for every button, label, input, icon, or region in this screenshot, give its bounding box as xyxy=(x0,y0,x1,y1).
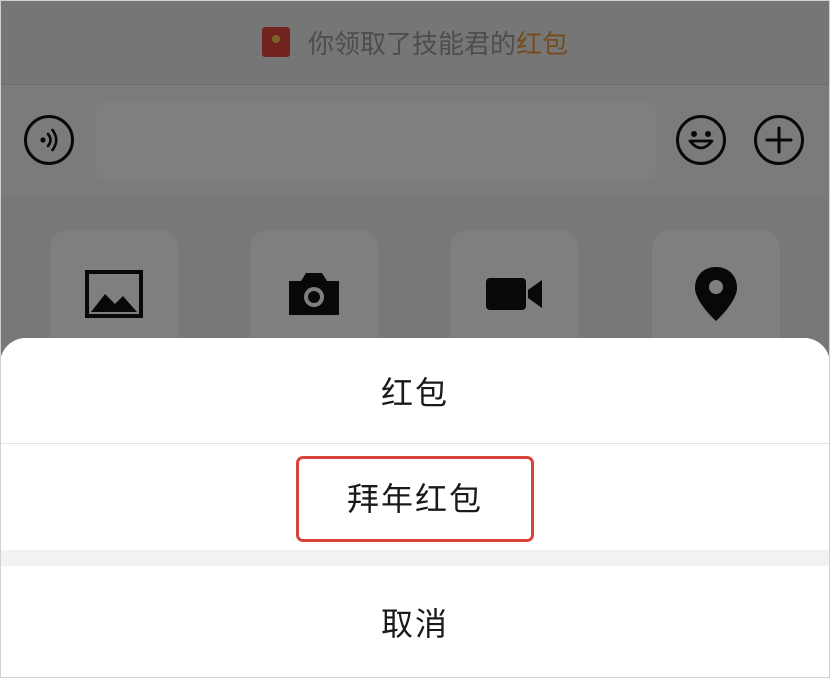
cancel-button[interactable]: 取消 xyxy=(0,566,830,678)
new-year-red-packet-option[interactable]: 拜年红包 xyxy=(0,444,830,550)
red-packet-option[interactable]: 红包 xyxy=(0,338,830,443)
section-gap xyxy=(0,550,830,566)
action-sheet: 红包 拜年红包 取消 xyxy=(0,338,830,678)
